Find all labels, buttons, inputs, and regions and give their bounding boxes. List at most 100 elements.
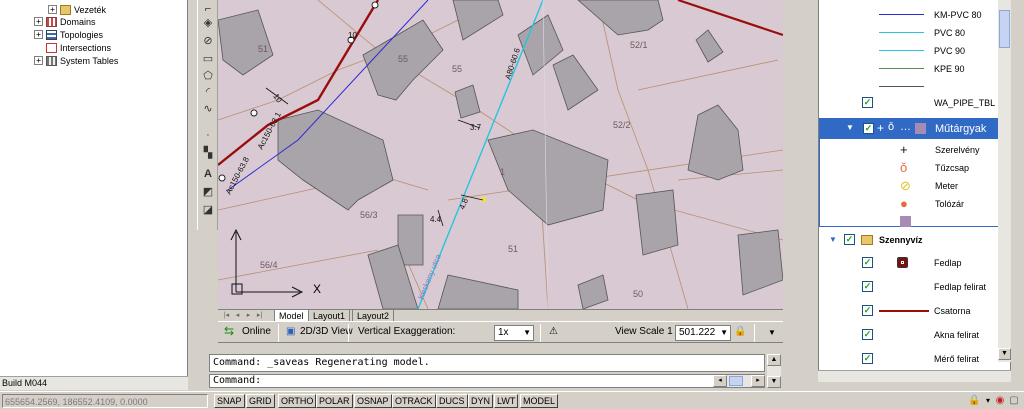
view-2d3d-button[interactable]: 2D/3D View <box>300 326 353 337</box>
text-tool-icon[interactable]: A <box>201 167 215 181</box>
tree-item-intersections[interactable]: Intersections <box>46 41 111 54</box>
insert-block-icon[interactable]: ◩ <box>201 185 215 199</box>
scroll-thumb[interactable] <box>999 10 1010 48</box>
tree-expander[interactable]: + <box>34 56 43 65</box>
view-scale-value: 501.222 <box>679 327 716 338</box>
tree-expander[interactable]: + <box>34 30 43 39</box>
status-toggle-lwt[interactable]: LWT <box>494 394 519 408</box>
tree-item-label: Vezeték <box>74 4 107 15</box>
polygon-icon[interactable]: ⬠ <box>201 69 215 83</box>
line-symbol-icon <box>879 32 924 33</box>
collapse-arrow-icon[interactable]: ▼ <box>829 235 837 244</box>
splitter[interactable] <box>188 0 197 390</box>
last-tab-arrow-icon[interactable]: ▸| <box>255 311 264 320</box>
layer-row-wa-pipe-tbl[interactable]: ✓ WA_PIPE_TBL <box>819 94 1012 112</box>
menu-arrow-icon[interactable]: ▼ <box>768 328 776 337</box>
arc-tool-icon[interactable]: ◜ <box>201 85 215 99</box>
status-toggle-model[interactable]: MODEL <box>520 394 559 408</box>
layer-row-mutargyak[interactable]: ▼ ✓ + ǒ … Műtárgyak <box>820 119 1011 139</box>
layer-visible-checkbox[interactable]: ✓ <box>862 353 873 364</box>
status-toggle-dyn[interactable]: DYN <box>468 394 494 408</box>
topologies-icon <box>46 29 57 40</box>
polygon-tool-icon[interactable]: ◈ <box>201 16 215 30</box>
first-tab-arrow-icon[interactable]: |◂ <box>222 311 231 320</box>
scroll-down-icon[interactable]: ▼ <box>998 348 1011 360</box>
layer-row[interactable]: ✓ Csatorna <box>819 302 1012 320</box>
legend-label: Meter <box>935 181 959 191</box>
spline-tool-icon[interactable]: ∿ <box>201 102 215 116</box>
map-annotation-dim-1: 10 <box>348 31 357 40</box>
status-toggle-grid[interactable]: GRID <box>246 394 275 408</box>
selected-layer-group[interactable]: ▼ ✓ + ǒ … Műtárgyak + Szerelvény ǒ Tűzcsap ⊘… <box>819 118 1012 227</box>
splitter[interactable] <box>783 0 818 390</box>
more-icon: … <box>900 121 911 133</box>
command-hscroll[interactable]: ◂ ▸ <box>713 375 765 387</box>
status-toggle-osnap[interactable]: OSNAP <box>354 394 392 408</box>
map-viewport[interactable]: 51 55 55 52/1 52/2 51 56/3 56/4 50 1 A80-60.6 Ac150… <box>218 0 783 309</box>
prev-tab-arrow-icon[interactable]: ◂ <box>233 311 242 320</box>
attribute-tool-icon[interactable]: ◪ <box>201 203 215 217</box>
layer-visible-checkbox[interactable]: ✓ <box>862 305 873 316</box>
manhole-icon <box>897 257 908 268</box>
scroll-left-icon[interactable]: ◂ <box>713 375 727 387</box>
layer-visible-checkbox[interactable]: ✓ <box>862 97 873 108</box>
map-annotation-dim-3: 3.7 <box>470 123 482 132</box>
status-toggle-ducs[interactable]: DUCS <box>436 394 468 408</box>
status-toggle-ortho[interactable]: ORTHO <box>278 394 317 408</box>
legend-label: Tolózár <box>935 199 965 209</box>
lock-icon[interactable]: 🔒 <box>734 326 746 337</box>
tree-expander[interactable]: + <box>48 5 57 14</box>
layer-visible-checkbox[interactable]: ✓ <box>863 123 874 134</box>
tray-arrow-icon[interactable]: ▾ <box>982 395 994 407</box>
ucs-x-label: X <box>313 282 322 296</box>
layer-row[interactable]: ✓ Fedlap <box>819 254 1012 272</box>
tree-expander[interactable]: + <box>34 17 43 26</box>
point-tool-icon[interactable]: · <box>201 128 215 142</box>
view-scale-select[interactable]: 501.222 ▼ <box>675 325 731 341</box>
rectangle-tool-icon[interactable]: ▭ <box>201 52 215 66</box>
legend-item <box>820 213 1013 231</box>
square-icon <box>900 216 911 227</box>
parcel-number-label: 51 <box>258 44 268 54</box>
online-label[interactable]: Online <box>242 326 271 337</box>
scroll-thumb[interactable] <box>729 376 743 386</box>
layer-visible-checkbox[interactable]: ✓ <box>862 329 873 340</box>
layer-row-szennyviz[interactable]: ▼ ✓ Szennyvíz <box>819 231 1012 249</box>
lock-icon[interactable]: 🔒 <box>968 395 980 407</box>
hatch-tool-icon[interactable]: ▚ <box>201 146 215 160</box>
layer-visible-checkbox[interactable]: ✓ <box>844 234 855 245</box>
display-manager-panel: KM-PVC 80 PVC 80 PVC 90 KPE 90 ✓ WA_PIPE_TB… <box>818 0 1012 370</box>
vertical-exaggeration-label: Vertical Exaggeration: <box>358 326 456 337</box>
layer-visible-checkbox[interactable]: ✓ <box>862 257 873 268</box>
tree-item-system-tables[interactable]: + System Tables <box>34 54 118 67</box>
status-toggle-snap[interactable]: SNAP <box>214 394 245 408</box>
layer-row[interactable]: ✓ Fedlap felirat <box>819 278 1012 296</box>
layer-panel-scrollbar[interactable]: ▼ <box>998 0 1011 362</box>
command-scrollbar[interactable]: ▲ ▼ <box>767 354 781 388</box>
clean-screen-icon[interactable]: ▢ <box>1008 395 1020 407</box>
layer-visible-checkbox[interactable]: ✓ <box>862 281 873 292</box>
layer-row[interactable]: ✓ Mérő felirat <box>819 350 1012 368</box>
layer-name: Fedlap felirat <box>934 282 987 292</box>
pline-icon[interactable]: ⌐ <box>201 2 215 16</box>
tree-item-domains[interactable]: + Domains <box>34 15 96 28</box>
command-input[interactable]: Command: <box>209 374 765 388</box>
next-tab-arrow-icon[interactable]: ▸ <box>244 311 253 320</box>
vertical-exaggeration-select[interactable]: 1x ▼ <box>494 325 534 341</box>
layer-panel-hscroll[interactable] <box>818 370 1011 382</box>
collapse-arrow-icon[interactable]: ▼ <box>846 123 854 132</box>
scroll-up-icon[interactable]: ▲ <box>767 354 781 366</box>
tree-item-topologies[interactable]: + Topologies <box>34 28 103 41</box>
scroll-down-icon[interactable]: ▼ <box>767 376 781 388</box>
status-toggle-otrack[interactable]: OTRACK <box>392 394 436 408</box>
layer-name: Műtárgyak <box>935 123 987 135</box>
scroll-right-icon[interactable]: ▸ <box>751 375 765 387</box>
map-annotation-dim-2: 10 <box>271 92 284 105</box>
status-toggle-polar[interactable]: POLAR <box>316 394 353 408</box>
communication-icon[interactable]: ◉ <box>994 395 1006 407</box>
circle-tool-icon[interactable]: ⊘ <box>201 34 215 48</box>
legend-item: + Szerelvény <box>820 141 1013 159</box>
view-scale-label: View Scale 1 : <box>615 326 679 337</box>
layer-row[interactable]: ✓ Akna felirat <box>819 326 1012 344</box>
warning-icon[interactable]: ⚠ <box>549 326 558 337</box>
